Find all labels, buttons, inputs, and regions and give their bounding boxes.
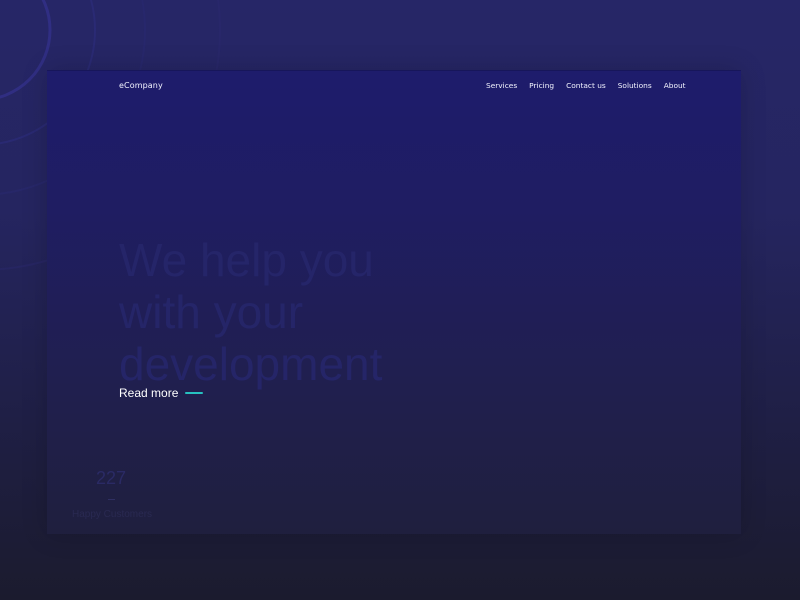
stat-number: 227 (96, 468, 127, 488)
frame-top-border (47, 70, 741, 71)
read-more-link[interactable]: Read more (119, 386, 204, 400)
website-preview: eCompany Services Pricing Contact us Sol… (47, 70, 741, 534)
read-more-label: Read more (119, 386, 179, 400)
main-navigation: Services Pricing Contact us Solutions Ab… (486, 81, 686, 90)
nav-about[interactable]: About (664, 81, 686, 90)
hero-title: We help you with your development (119, 234, 449, 390)
stat-label: Happy Customers (72, 509, 153, 520)
stat-divider (108, 499, 115, 500)
nav-services[interactable]: Services (486, 81, 517, 90)
nav-contact-us[interactable]: Contact us (566, 81, 606, 90)
read-more-accent-line (185, 392, 204, 394)
hero-title-line-1: We help you (119, 233, 374, 286)
hero-title-line-3: development (119, 337, 383, 390)
nav-solutions[interactable]: Solutions (618, 81, 652, 90)
hero-title-line-2: with your (119, 285, 304, 338)
nav-pricing[interactable]: Pricing (529, 81, 554, 90)
company-logo[interactable]: eCompany (119, 81, 163, 90)
